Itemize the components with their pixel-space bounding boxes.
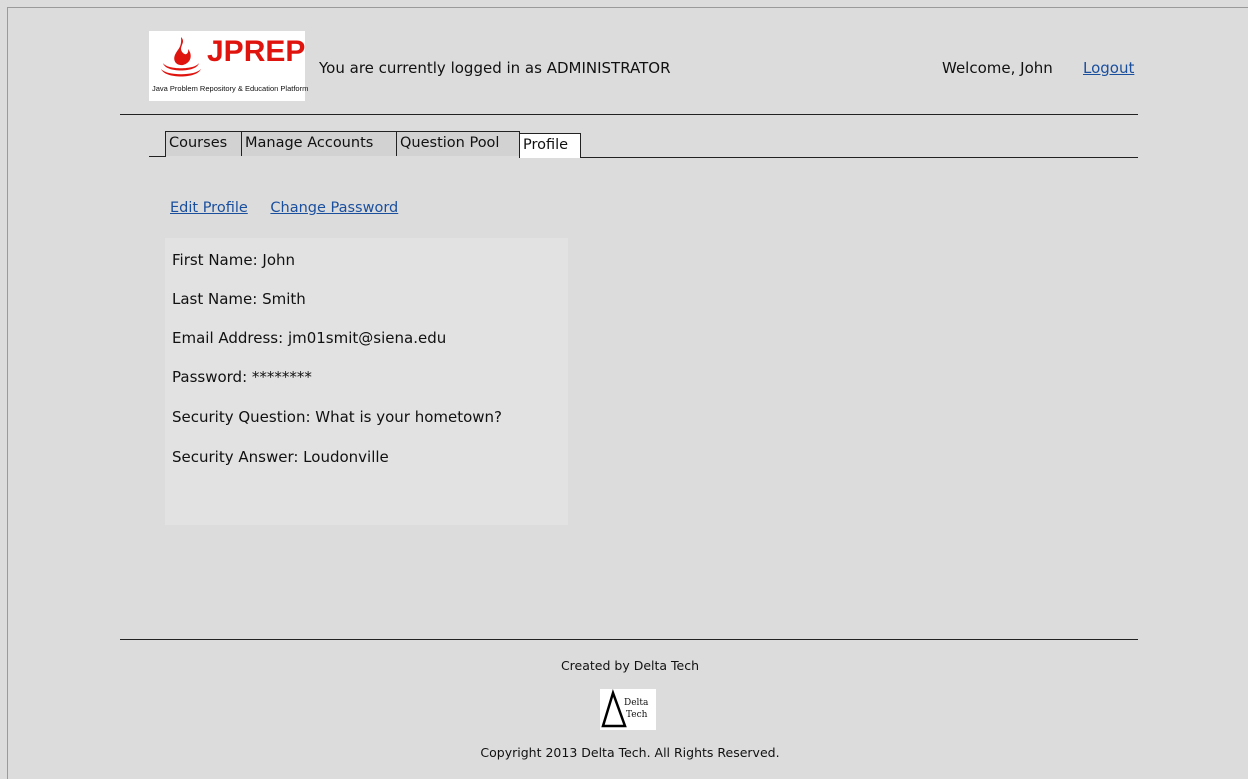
first-name-field: First Name: John (172, 251, 296, 269)
tab-baseline-left (149, 156, 166, 157)
email-field: Email Address: jm01smit@siena.edu (172, 329, 447, 347)
security-question-field: Security Question: What is your hometown… (172, 408, 503, 426)
logo-title: JPREP (207, 35, 306, 68)
created-by-text: Created by Delta Tech (560, 658, 700, 673)
change-password-link[interactable]: Change Password (270, 200, 398, 216)
logo-tagline: Java Problem Repository & Education Plat… (152, 84, 309, 93)
welcome-message: Welcome, John (942, 59, 1053, 77)
footer-divider (120, 639, 1138, 640)
security-answer-field: Security Answer: Loudonville (172, 448, 389, 466)
flame-logo-icon (161, 37, 201, 77)
last-name-field: Last Name: Smith (172, 290, 306, 308)
jprep-logo: JPREP Java Problem Repository & Educatio… (149, 31, 309, 101)
tab-label: Manage Accounts (245, 135, 374, 151)
tab-courses[interactable]: Courses (165, 131, 242, 156)
profile-panel: First Name: John Last Name: Smith Email … (165, 238, 568, 525)
profile-actions: Edit Profile Change Password (170, 200, 416, 216)
delta-logo-text-1: Delta (624, 698, 649, 708)
tab-baseline-right (580, 157, 1138, 158)
logged-in-status: You are currently logged in as ADMINISTR… (319, 59, 671, 77)
main-tabs: Courses Manage Accounts Question Pool Pr… (149, 131, 1138, 158)
tab-label: Question Pool (400, 135, 500, 151)
password-field: Password: ******** (172, 368, 312, 386)
header-divider (120, 114, 1138, 115)
tab-label: Courses (169, 135, 228, 151)
tab-question-pool[interactable]: Question Pool (396, 131, 520, 156)
delta-tech-logo: Delta Tech (600, 689, 656, 730)
logout-link[interactable]: Logout (1083, 59, 1134, 77)
copyright-text: Copyright 2013 Delta Tech. All Rights Re… (480, 745, 780, 760)
delta-logo-text-2: Tech (626, 710, 648, 720)
edit-profile-link[interactable]: Edit Profile (170, 200, 248, 216)
tab-profile[interactable]: Profile (519, 133, 581, 158)
tab-manage-accounts[interactable]: Manage Accounts (241, 131, 397, 156)
tab-label: Profile (523, 137, 569, 153)
